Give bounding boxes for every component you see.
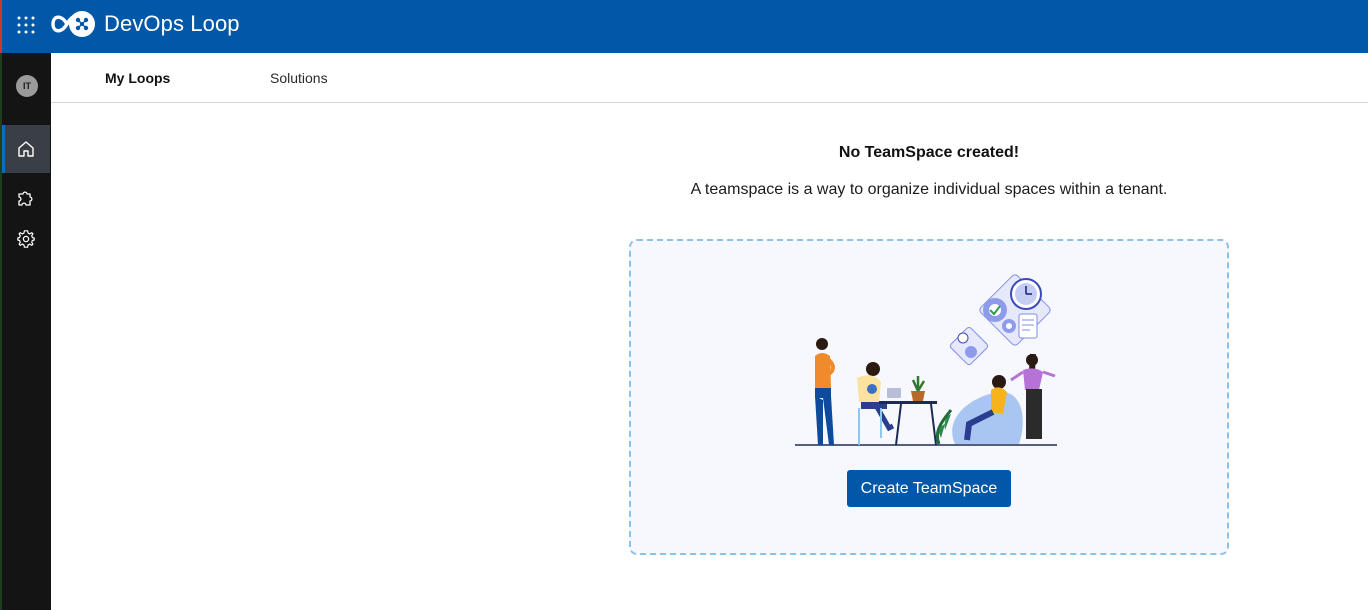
puzzle-icon (18, 191, 33, 206)
top-header-bar: DevOps Loop (0, 0, 1368, 53)
app-title: DevOps Loop (104, 11, 240, 36)
tab-solutions[interactable]: Solutions (270, 70, 328, 86)
rail-item-settings[interactable] (2, 215, 50, 263)
tab-bar: My Loops Solutions (51, 53, 1368, 103)
empty-state-description: A teamspace is a way to organize individ… (690, 181, 1168, 198)
app-launcher-grid-icon[interactable] (15, 14, 37, 36)
team-collaboration-illustration (795, 274, 1057, 446)
rail-item-home[interactable] (2, 125, 50, 173)
left-navigation-rail: IT (0, 53, 51, 610)
window-edge-accent (0, 0, 2, 53)
home-icon (18, 141, 34, 157)
empty-state-title: No TeamSpace created! (838, 144, 1020, 161)
user-avatar[interactable]: IT (16, 75, 38, 97)
create-teamspace-button[interactable]: Create TeamSpace (847, 470, 1011, 507)
tab-my-loops[interactable]: My Loops (105, 70, 170, 86)
devops-loop-logo-icon[interactable] (51, 9, 97, 39)
gear-icon (17, 230, 35, 248)
